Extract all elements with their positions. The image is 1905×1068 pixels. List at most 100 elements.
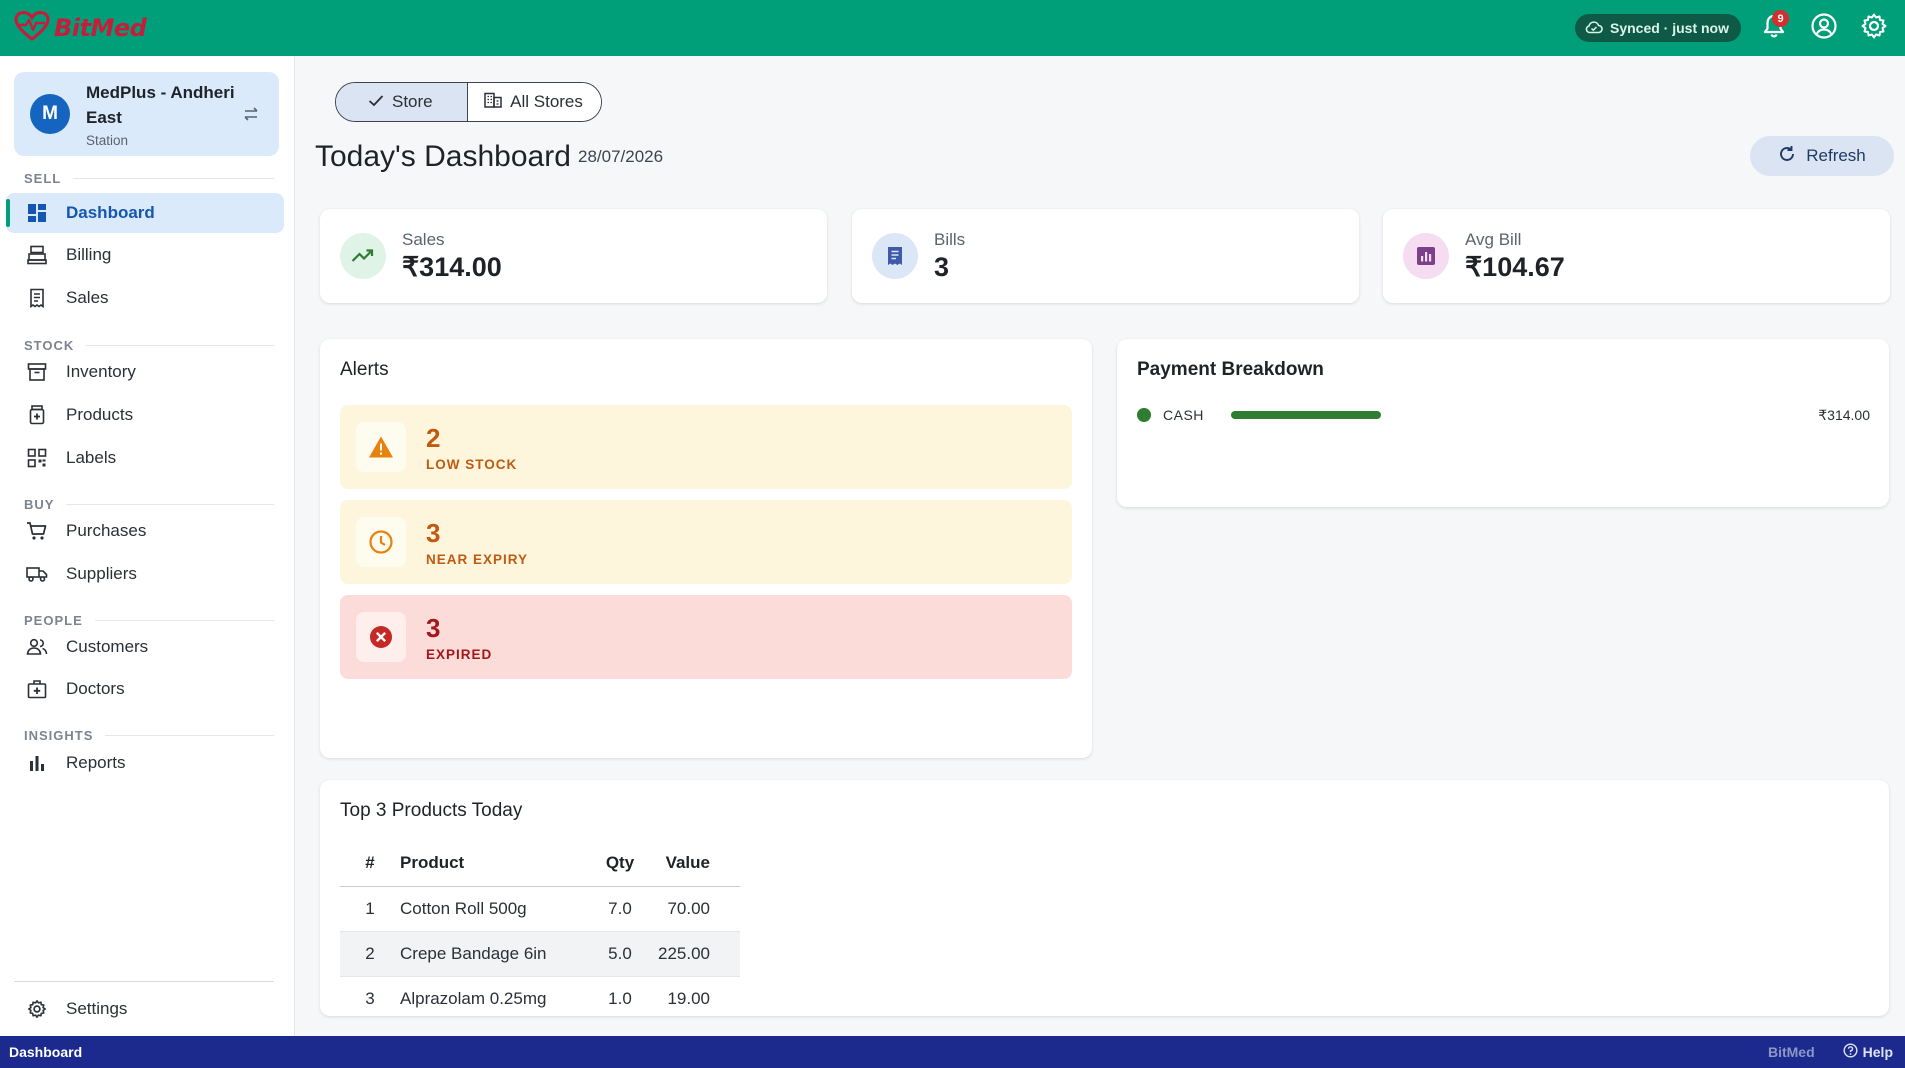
sidebar-item-label: Labels: [66, 448, 117, 467]
section-insights: INSIGHTS: [24, 728, 274, 743]
sync-status[interactable]: Synced · just now: [1574, 14, 1741, 42]
section-label: PEOPLE: [24, 613, 83, 628]
error-circle-icon: [356, 612, 406, 662]
payment-amount: ₹314.00: [1818, 406, 1870, 423]
row-rank: 2: [340, 931, 400, 977]
main-content: Store All Stores Today's Dashboard 28/07…: [296, 56, 1905, 1036]
sidebar-item-label: Billing: [66, 245, 112, 264]
table-row: 1 Cotton Roll 500g 7.0 70.00: [340, 886, 740, 932]
row-rank: 3: [365, 988, 375, 1008]
status-brand: BitMed: [1767, 1044, 1815, 1060]
payment-title: Payment Breakdown: [1137, 359, 1324, 380]
column-header: Value: [650, 840, 740, 887]
scope-all-stores-button[interactable]: All Stores: [468, 83, 601, 121]
section-label: INSIGHTS: [24, 728, 94, 743]
stat-label: Avg Bill: [1465, 229, 1522, 249]
row-product: Crepe Bandage 6in: [400, 931, 590, 977]
payment-share-bar: [1231, 411, 1381, 419]
row-value: 70.00: [650, 886, 740, 932]
analytics-icon: [1403, 233, 1449, 279]
store-switcher[interactable]: M MedPlus - Andheri East Station: [14, 72, 279, 156]
swap-icon[interactable]: [239, 102, 263, 126]
truck-icon: [26, 563, 48, 585]
payment-row: CASH ₹314.00: [1137, 403, 1870, 427]
sidebar: M MedPlus - Andheri East Station SELL Da…: [0, 56, 295, 1036]
alert-near-expiry[interactable]: 3 NEAR EXPIRY: [340, 500, 1072, 584]
sidebar-item-purchases[interactable]: Purchases: [6, 511, 284, 551]
column-header: Product: [400, 840, 590, 887]
page-date: 28/07/2026: [578, 147, 664, 166]
receipt-icon: [26, 287, 48, 309]
scope-toggle: Store All Stores: [335, 82, 602, 122]
alert-count: 2: [426, 422, 441, 453]
sidebar-item-customers[interactable]: Customers: [6, 627, 284, 667]
row-qty: 7.0: [590, 886, 650, 932]
settings-button[interactable]: [1857, 11, 1891, 45]
sidebar-item-label: Inventory: [66, 362, 136, 381]
sidebar-item-reports[interactable]: Reports: [6, 743, 284, 783]
receipt-icon: [872, 233, 918, 279]
sidebar-item-billing[interactable]: Billing: [6, 235, 284, 275]
cloud-icon: [1585, 20, 1603, 37]
alert-expired[interactable]: 3 EXPIRED: [340, 595, 1072, 679]
column-header: #: [340, 840, 400, 887]
medicine-bottle-icon: [26, 404, 48, 426]
refresh-button[interactable]: Refresh: [1750, 136, 1894, 176]
alert-count: 3: [426, 612, 441, 643]
account-button[interactable]: [1807, 11, 1841, 45]
heart-pulse-icon: [14, 10, 50, 46]
sync-status-text: Synced · just now: [1609, 20, 1729, 36]
clock-icon: [356, 517, 406, 567]
row-value: 225.00: [650, 931, 740, 977]
alert-label: LOW STOCK: [426, 456, 518, 472]
help-circle-icon: [1843, 1043, 1858, 1061]
sidebar-item-dashboard[interactable]: Dashboard: [6, 193, 284, 233]
sidebar-item-settings[interactable]: Settings: [6, 989, 284, 1029]
stat-label: Bills: [934, 229, 966, 249]
app-logo[interactable]: BitMed: [14, 10, 147, 46]
row-product: Alprazolam 0.25mg: [400, 988, 547, 1008]
scope-store-label: Store: [392, 92, 433, 111]
row-qty: 1.0: [608, 988, 632, 1008]
scope-store-button[interactable]: Store: [336, 83, 467, 121]
sidebar-item-label: Sales: [66, 288, 109, 307]
section-buy: BUY: [24, 497, 274, 512]
section-label: SELL: [24, 171, 62, 186]
account-circle-icon: [1810, 12, 1838, 45]
stat-value: ₹104.67: [1465, 251, 1565, 282]
sidebar-item-suppliers[interactable]: Suppliers: [6, 554, 284, 594]
divider: [14, 981, 274, 982]
table-row: 2 Crepe Bandage 6in 5.0 225.00: [340, 931, 740, 977]
notifications-button[interactable]: 9: [1757, 10, 1791, 45]
stat-card-avg-bill: Avg Bill ₹104.67: [1383, 209, 1890, 303]
help-label: Help: [1862, 1044, 1893, 1060]
payment-dot: [1137, 408, 1151, 422]
alert-low-stock[interactable]: 2 LOW STOCK: [340, 405, 1072, 489]
payment-breakdown-card: Payment Breakdown CASH ₹314.00: [1117, 339, 1889, 507]
register-icon: [26, 244, 48, 266]
check-icon: [368, 92, 384, 112]
refresh-label: Refresh: [1806, 146, 1866, 165]
sidebar-item-products[interactable]: Products: [6, 395, 284, 435]
sidebar-item-sales[interactable]: Sales: [6, 278, 284, 318]
store-type: Station: [86, 133, 129, 148]
alert-label: EXPIRED: [426, 646, 493, 662]
sidebar-item-inventory[interactable]: Inventory: [6, 352, 284, 392]
alerts-title: Alerts: [340, 359, 389, 380]
sidebar-item-doctors[interactable]: Doctors: [6, 669, 284, 709]
dashboard-icon: [26, 202, 48, 224]
table-header-row: # Product Qty Value: [340, 840, 740, 887]
store-avatar: M: [30, 94, 70, 134]
status-page: Dashboard: [9, 1044, 83, 1060]
warning-icon: [356, 422, 406, 472]
sidebar-item-labels[interactable]: Labels: [6, 438, 284, 478]
app-name: BitMed: [54, 14, 147, 42]
row-value: 19.00: [667, 988, 710, 1008]
stat-value: 3: [934, 251, 950, 282]
sidebar-item-label: Customers: [66, 637, 149, 656]
stat-card-bills: Bills 3: [852, 209, 1359, 303]
status-bar: Dashboard BitMed Help: [0, 1036, 1905, 1068]
table-row: 3 Alprazolam 0.25mg 1.0 19.00: [340, 976, 740, 1021]
section-people: PEOPLE: [24, 613, 274, 628]
help-button[interactable]: Help: [1843, 1043, 1893, 1061]
